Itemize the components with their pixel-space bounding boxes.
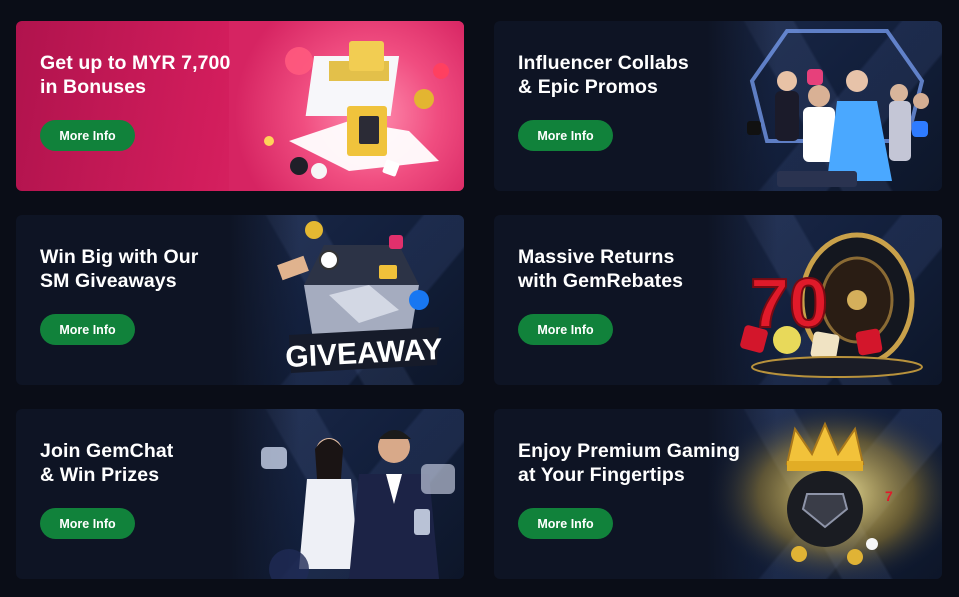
promo-title: Enjoy Premium Gaming at Your Fingertips [518,440,740,486]
giveaway-sign-text: GIVEAWAY [285,333,444,374]
giveaway-box-art: GIVEAWAY [229,215,464,385]
promo-title: Massive Returns with GemRebates [518,246,684,292]
crowned-ball-art: 7 [707,409,942,579]
promo-card-bonuses[interactable]: Get up to MYR 7,700 in Bonuses More Info [16,21,464,191]
promo-title: Win Big with Our SM Giveaways [40,246,199,292]
promo-card-giveaways[interactable]: GIVEAWAY Win Big with Our SM Giveaways M… [16,215,464,385]
more-info-button[interactable]: More Info [40,314,135,345]
more-info-button[interactable]: More Info [518,508,613,539]
promo-card-premium-gaming[interactable]: 7 Enjoy Premium Gaming at Your Fingertip… [494,409,942,579]
promo-card-gemchat[interactable]: Join GemChat & Win Prizes More Info [16,409,464,579]
promo-title: Join GemChat & Win Prizes [40,440,174,486]
influencers-dj-art [707,21,942,191]
gift-box-bonus-art [229,21,464,191]
more-info-button[interactable]: More Info [40,508,135,539]
promo-grid: Get up to MYR 7,700 in Bonuses More Info [16,21,942,579]
more-info-button[interactable]: More Info [518,314,613,345]
promo-card-gemrebates[interactable]: 70 Massive Returns with GemRebates More … [494,215,942,385]
promo-card-influencers[interactable]: Influencer Collabs & Epic Promos More In… [494,21,942,191]
promo-title: Get up to MYR 7,700 in Bonuses [40,52,231,98]
more-info-button[interactable]: More Info [40,120,135,151]
svg-text:7: 7 [885,488,893,504]
roulette-slots-art: 70 [707,215,942,385]
more-info-button[interactable]: More Info [518,120,613,151]
promo-title: Influencer Collabs & Epic Promos [518,52,689,98]
gemchat-hosts-art [229,409,464,579]
